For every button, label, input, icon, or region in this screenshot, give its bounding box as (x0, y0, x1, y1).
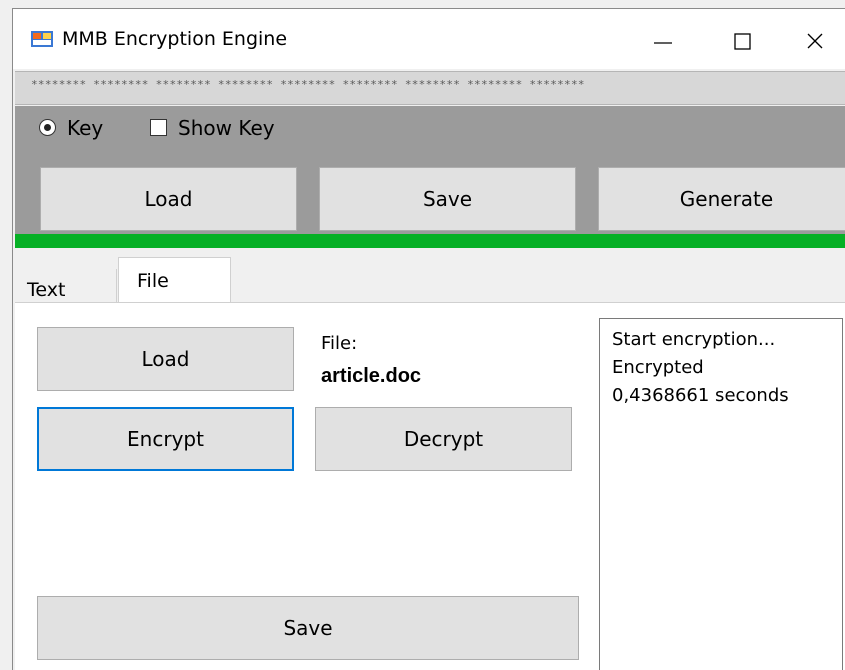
log-line: Encrypted (612, 357, 704, 378)
tab-text[interactable]: Text (15, 269, 117, 303)
key-load-button[interactable]: Load (40, 167, 297, 231)
maximize-icon (734, 33, 751, 50)
masked-key-text: ******** ******** ******** ******** ****… (31, 78, 585, 91)
minimize-button[interactable] (633, 19, 693, 63)
close-icon (807, 33, 823, 49)
file-name: article.doc (321, 365, 422, 387)
key-field[interactable]: ******** ******** ******** ******** ****… (15, 71, 845, 105)
file-load-button[interactable]: Load (37, 327, 294, 391)
decrypt-button[interactable]: Decrypt (315, 407, 572, 471)
show-key-checkbox[interactable] (150, 119, 167, 136)
key-save-button[interactable]: Save (319, 167, 576, 231)
file-tab-page: Load Encrypt Decrypt Save File: article.… (15, 302, 845, 670)
tab-file[interactable]: File (118, 257, 231, 304)
encrypt-button[interactable]: Encrypt (37, 407, 294, 471)
key-generate-button[interactable]: Generate (598, 167, 845, 231)
minimize-icon (654, 42, 672, 44)
close-button[interactable] (785, 19, 845, 63)
log-line: 0,4368661 seconds (612, 385, 789, 406)
title-bar[interactable]: MMB Encryption Engine (13, 9, 845, 69)
key-panel: Key Show Key Load Save Generate (15, 106, 845, 234)
window-title: MMB Encryption Engine (62, 28, 288, 50)
file-save-button[interactable]: Save (37, 596, 579, 660)
maximize-button[interactable] (713, 19, 773, 63)
tab-strip: Text File (15, 253, 845, 304)
progress-bar (15, 234, 845, 248)
file-label: File: (321, 333, 358, 354)
log-line: Start encryption... (612, 329, 776, 350)
progress-fill (15, 234, 845, 248)
key-radio-label[interactable]: Key (67, 116, 103, 140)
app-window: MMB Encryption Engine ******** ******** … (12, 8, 845, 670)
app-icon (31, 31, 53, 47)
show-key-label[interactable]: Show Key (178, 116, 275, 140)
log-textbox[interactable]: Start encryption... Encrypted 0,4368661 … (599, 318, 843, 670)
key-radio[interactable] (39, 119, 56, 136)
